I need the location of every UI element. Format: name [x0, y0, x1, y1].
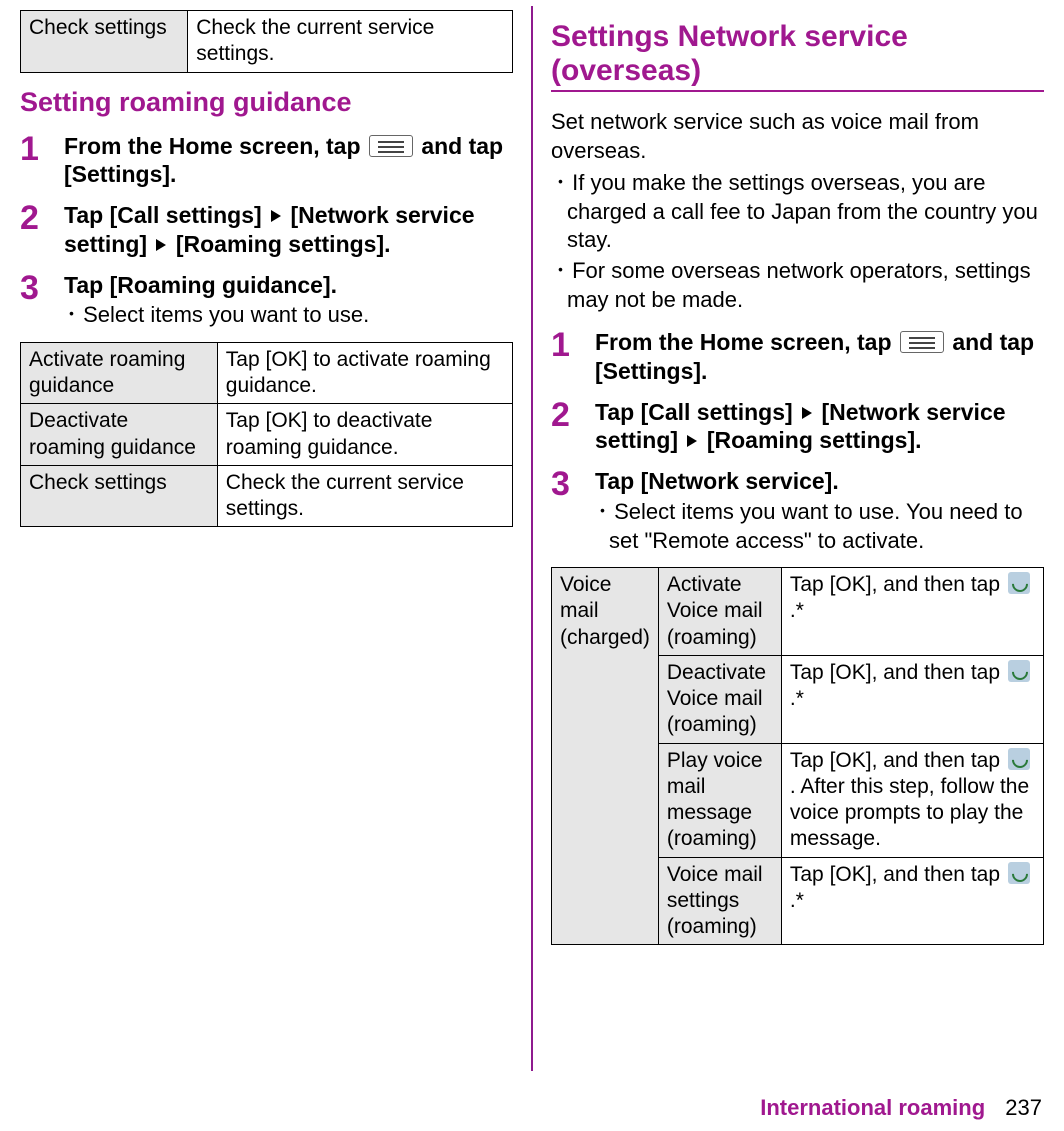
left-column: Check settings Check the current service… — [12, 6, 533, 1071]
phone-icon — [1008, 660, 1030, 682]
step-title: Tap [Call settings] [Network service set… — [64, 201, 513, 259]
step-title: Tap [Call settings] [Network service set… — [595, 398, 1044, 456]
step-title-pre: From the Home screen, tap — [64, 133, 367, 159]
ns-group-label: Voice mail (charged) — [552, 568, 659, 945]
step-number: 1 — [551, 328, 595, 364]
top-table-label: Check settings — [21, 11, 188, 73]
roaming-guidance-table: Activate roaming guidance Tap [OK] to ac… — [20, 342, 513, 528]
phone-icon — [1008, 862, 1030, 884]
menu-icon — [369, 135, 413, 157]
step-body: From the Home screen, tap and tap [Setti… — [595, 328, 1044, 386]
phone-icon — [1008, 748, 1030, 770]
ns-desc-post: .* — [790, 599, 804, 622]
ns-row-desc: Tap [OK], and then tap .* — [781, 655, 1043, 743]
rg-row-desc: Check the current service settings. — [217, 465, 512, 527]
chevron-right-icon — [156, 239, 166, 251]
step-number: 1 — [20, 132, 64, 168]
step2-part-2: [Roaming settings]. — [707, 427, 922, 453]
step-body: Tap [Network service]. ･ Select items yo… — [595, 467, 1044, 555]
ns-desc-pre: Tap [OK], and then tap — [790, 863, 1006, 886]
step-body: Tap [Call settings] [Network service set… — [595, 398, 1044, 456]
right-intro: Set network service such as voice mail f… — [551, 108, 1044, 165]
network-service-table: Voice mail (charged) Activate Voice mail… — [551, 567, 1044, 945]
chevron-right-icon — [687, 435, 697, 447]
ns-desc-post: . After this step, follow the voice prom… — [790, 775, 1029, 851]
ns-row-desc: Tap [OK], and then tap . After this step… — [781, 743, 1043, 857]
step-title: Tap [Network service]. — [595, 467, 1044, 496]
top-mini-table: Check settings Check the current service… — [20, 10, 513, 73]
chevron-right-icon — [271, 210, 281, 222]
right-bullet: ･ For some overseas network operators, s… — [551, 257, 1044, 314]
manual-page: Check settings Check the current service… — [0, 0, 1064, 1131]
step2-part-0: Tap [Call settings] — [64, 202, 262, 228]
left-step: 1 From the Home screen, tap and tap [Set… — [20, 132, 513, 190]
ns-desc-pre: Tap [OK], and then tap — [790, 573, 1006, 596]
rg-row-label: Check settings — [21, 465, 218, 527]
step-title: From the Home screen, tap and tap [Setti… — [64, 132, 513, 190]
step-title-pre: From the Home screen, tap — [595, 329, 898, 355]
ns-row-label: Play voice mail message (roaming) — [658, 743, 781, 857]
rg-row-label: Deactivate roaming guidance — [21, 404, 218, 466]
step-title: From the Home screen, tap and tap [Setti… — [595, 328, 1044, 386]
step2-part-2: [Roaming settings]. — [176, 231, 391, 257]
right-step: 1 From the Home screen, tap and tap [Set… — [551, 328, 1044, 386]
right-heading: Settings Network service (overseas) — [551, 20, 1044, 92]
footer-section: International roaming — [760, 1095, 985, 1120]
rg-row-desc: Tap [OK] to activate roaming guidance. — [217, 342, 512, 404]
ns-row-desc: Tap [OK], and then tap .* — [781, 857, 1043, 945]
rg-row-desc: Tap [OK] to deactivate roaming guidance. — [217, 404, 512, 466]
step-body: From the Home screen, tap and tap [Setti… — [64, 132, 513, 190]
ns-desc-post: .* — [790, 889, 804, 912]
left-step: 3 Tap [Roaming guidance]. ･ Select items… — [20, 271, 513, 330]
step-body: Tap [Roaming guidance]. ･ Select items y… — [64, 271, 513, 330]
rg-row-label: Activate roaming guidance — [21, 342, 218, 404]
phone-icon — [1008, 572, 1030, 594]
ns-row-label: Voice mail settings (roaming) — [658, 857, 781, 945]
ns-desc-post: .* — [790, 687, 804, 710]
left-step: 2 Tap [Call settings] [Network service s… — [20, 201, 513, 259]
step-number: 2 — [551, 398, 595, 434]
step-title: Tap [Roaming guidance]. — [64, 271, 513, 300]
ns-row-desc: Tap [OK], and then tap .* — [781, 568, 1043, 656]
ns-row-label: Activate Voice mail (roaming) — [658, 568, 781, 656]
ns-row-label: Deactivate Voice mail (roaming) — [658, 655, 781, 743]
right-step: 3 Tap [Network service]. ･ Select items … — [551, 467, 1044, 555]
right-bullet: ･ If you make the settings overseas, you… — [551, 169, 1044, 255]
step-note: ･ Select items you want to use. — [64, 301, 513, 330]
menu-icon — [900, 331, 944, 353]
step-number: 2 — [20, 201, 64, 237]
right-column: Settings Network service (overseas) Set … — [533, 6, 1052, 1071]
step-body: Tap [Call settings] [Network service set… — [64, 201, 513, 259]
ns-desc-pre: Tap [OK], and then tap — [790, 661, 1006, 684]
chevron-right-icon — [802, 407, 812, 419]
step-number: 3 — [20, 271, 64, 307]
left-heading: Setting roaming guidance — [20, 87, 513, 118]
step-number: 3 — [551, 467, 595, 503]
top-table-desc: Check the current service settings. — [188, 11, 513, 73]
right-step: 2 Tap [Call settings] [Network service s… — [551, 398, 1044, 456]
ns-desc-pre: Tap [OK], and then tap — [790, 749, 1006, 772]
step2-part-0: Tap [Call settings] — [595, 399, 793, 425]
footer-page-number: 237 — [1005, 1095, 1042, 1120]
step-note: ･ Select items you want to use. You need… — [595, 498, 1044, 555]
page-footer: International roaming 237 — [760, 1095, 1042, 1121]
